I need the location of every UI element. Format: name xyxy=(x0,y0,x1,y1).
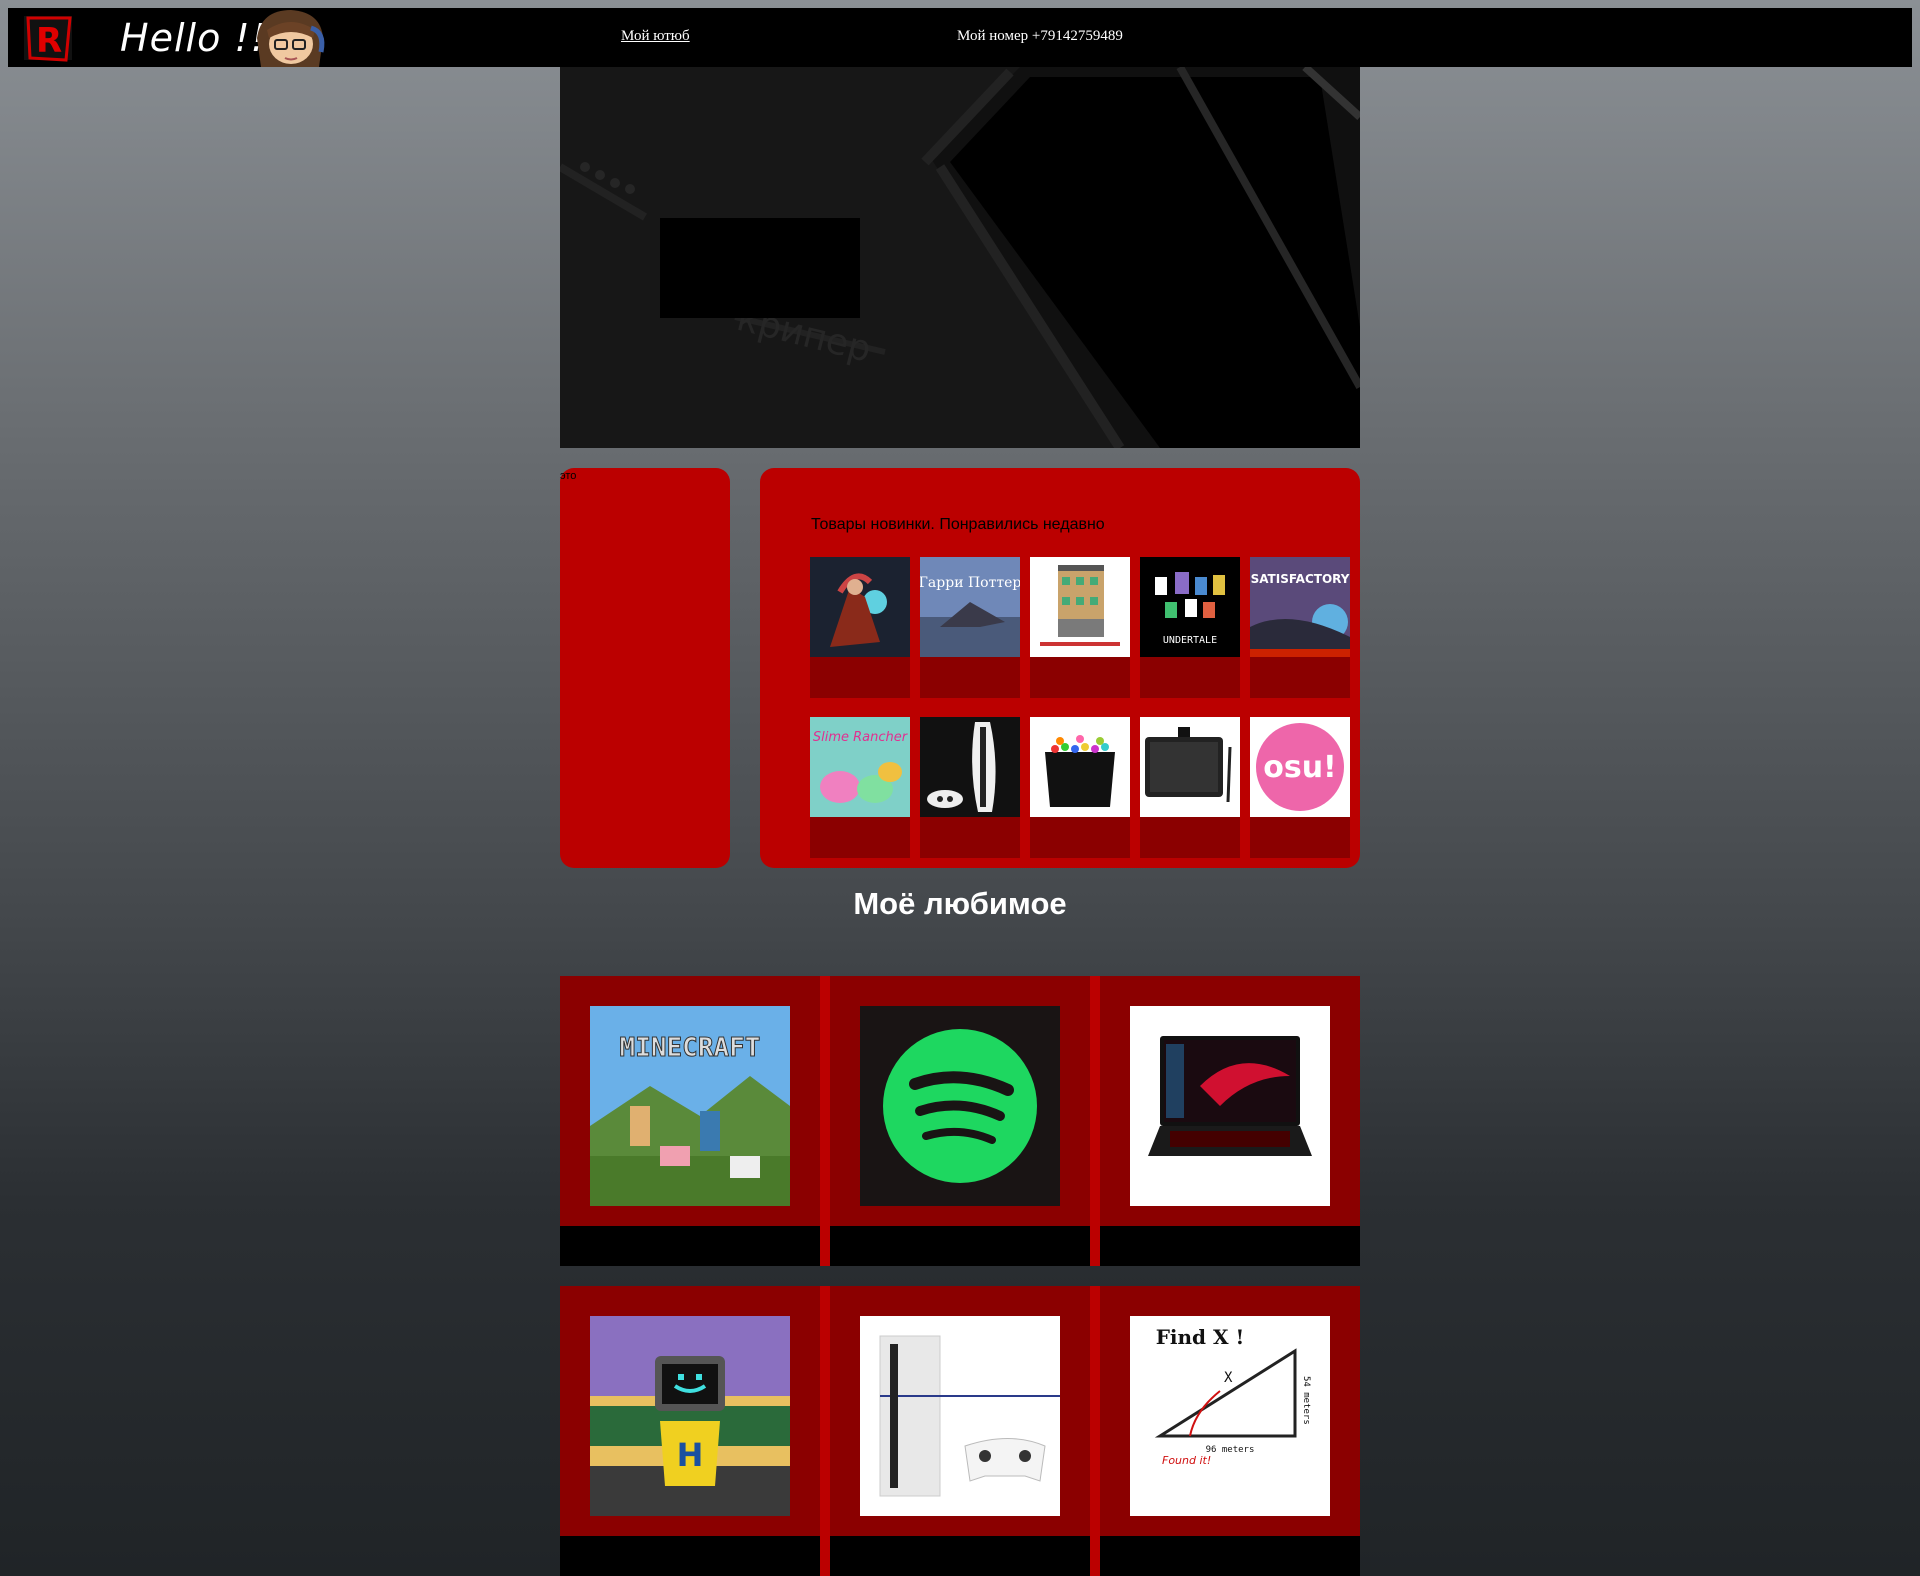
favorites-title: Моё любимое xyxy=(853,886,1067,921)
avatar xyxy=(251,8,331,67)
favorite-card[interactable]: MINECRAFT xyxy=(560,976,820,1266)
osu-game-icon: osu! xyxy=(1250,717,1350,817)
greeting-text: Hello !! xyxy=(120,16,267,60)
product-card[interactable] xyxy=(920,717,1020,858)
product-card[interactable]: osu! xyxy=(1250,717,1350,858)
svg-text:Find X !: Find X ! xyxy=(1156,1325,1245,1349)
favorite-card[interactable] xyxy=(1100,976,1360,1266)
gaming-laptop-icon xyxy=(1130,1006,1330,1206)
favorite-card[interactable] xyxy=(830,976,1090,1266)
top-bar: R Hello !! Мой ютюб Мой номер +791427594… xyxy=(8,8,1912,67)
satisfactory-game-icon: SATISFACTORY xyxy=(1250,557,1350,657)
shop-title: Товары новинки. Понравились недавно xyxy=(811,516,1105,533)
shop-panel: Товары новинки. Понравились недавно Гарр… xyxy=(760,468,1360,868)
svg-text:osu!: osu! xyxy=(1263,750,1337,785)
svg-text:X: X xyxy=(1224,1370,1233,1386)
fantasy-game-art-icon xyxy=(810,557,910,657)
product-card[interactable]: SATISFACTORY xyxy=(1250,557,1350,698)
graphics-tablet-icon xyxy=(1140,717,1240,817)
slime-rancher-game-icon: Slime Rancher xyxy=(810,717,910,817)
lego-building-set-icon xyxy=(1030,557,1130,657)
markers-set-icon xyxy=(1030,717,1130,817)
youtube-link[interactable]: Мой ютюб xyxy=(621,28,690,45)
svg-text:UNDERTALE: UNDERTALE xyxy=(1163,635,1217,646)
favorite-card[interactable]: H xyxy=(560,1286,820,1576)
svg-text:R: R xyxy=(36,21,62,61)
banner-black-box xyxy=(660,218,860,318)
find-x-meme-icon: Find X ! 54 meters 96 meters X Found it! xyxy=(1130,1316,1330,1516)
ps5-console-icon xyxy=(920,717,1020,817)
minecraft-cover-icon: MINECRAFT xyxy=(590,1006,790,1206)
product-card[interactable] xyxy=(1030,717,1130,858)
spotify-logo-icon xyxy=(860,1006,1060,1206)
svg-text:H: H xyxy=(677,1436,704,1474)
side-panel: это xyxy=(560,468,730,868)
svg-text:54 meters: 54 meters xyxy=(1301,1376,1311,1425)
product-card[interactable]: Slime Rancher xyxy=(810,717,910,858)
ps4-console-icon xyxy=(860,1316,1060,1516)
side-panel-label: это xyxy=(560,470,577,482)
svg-text:SATISFACTORY: SATISFACTORY xyxy=(1251,572,1350,586)
svg-text:MINECRAFT: MINECRAFT xyxy=(620,1033,761,1063)
svg-text:96 meters: 96 meters xyxy=(1206,1445,1255,1455)
book-cover-icon: Гарри Поттер xyxy=(920,557,1020,657)
svg-text:Found it!: Found it! xyxy=(1162,1454,1211,1467)
product-card[interactable] xyxy=(1140,717,1240,858)
svg-text:Гарри Поттер: Гарри Поттер xyxy=(920,575,1020,591)
phone-number: Мой номер +79142759489 xyxy=(957,28,1123,44)
svg-text:Slime Rancher: Slime Rancher xyxy=(813,730,909,745)
product-card[interactable]: UNDERTALE xyxy=(1140,557,1240,698)
hero-banner: крипер xyxy=(560,67,1360,448)
favorite-card[interactable]: Find X ! 54 meters 96 meters X Found it! xyxy=(1100,1286,1360,1576)
favorite-card[interactable] xyxy=(830,1286,1090,1576)
robot-character-icon: H xyxy=(590,1316,790,1516)
product-card[interactable] xyxy=(1030,557,1130,698)
undertale-game-icon: UNDERTALE xyxy=(1140,557,1240,657)
product-card[interactable]: Гарри Поттер xyxy=(920,557,1020,698)
site-logo[interactable]: R xyxy=(20,12,76,64)
product-card[interactable] xyxy=(810,557,910,698)
